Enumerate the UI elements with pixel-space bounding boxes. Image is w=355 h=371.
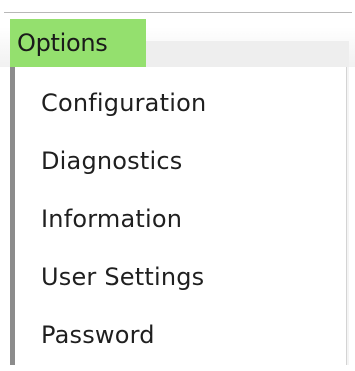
menu-item-password[interactable]: Password [15, 313, 346, 371]
options-menu-list: Configuration Diagnostics Information Us… [15, 81, 346, 371]
options-menu-button[interactable]: Options [10, 19, 146, 67]
menu-bar-border [4, 12, 352, 13]
menu-item-configuration[interactable]: Configuration [15, 81, 346, 139]
menu-item-information[interactable]: Information [15, 197, 346, 255]
menu-bar: Options [0, 0, 355, 67]
options-dropdown-menu: Configuration Diagnostics Information Us… [10, 67, 346, 365]
menu-item-diagnostics[interactable]: Diagnostics [15, 139, 346, 197]
menu-item-user-settings[interactable]: User Settings [15, 255, 346, 313]
menu-window: Options Configuration Diagnostics Inform… [0, 0, 355, 365]
dropdown-right-edge [346, 67, 349, 365]
menu-bar-background [146, 41, 349, 67]
